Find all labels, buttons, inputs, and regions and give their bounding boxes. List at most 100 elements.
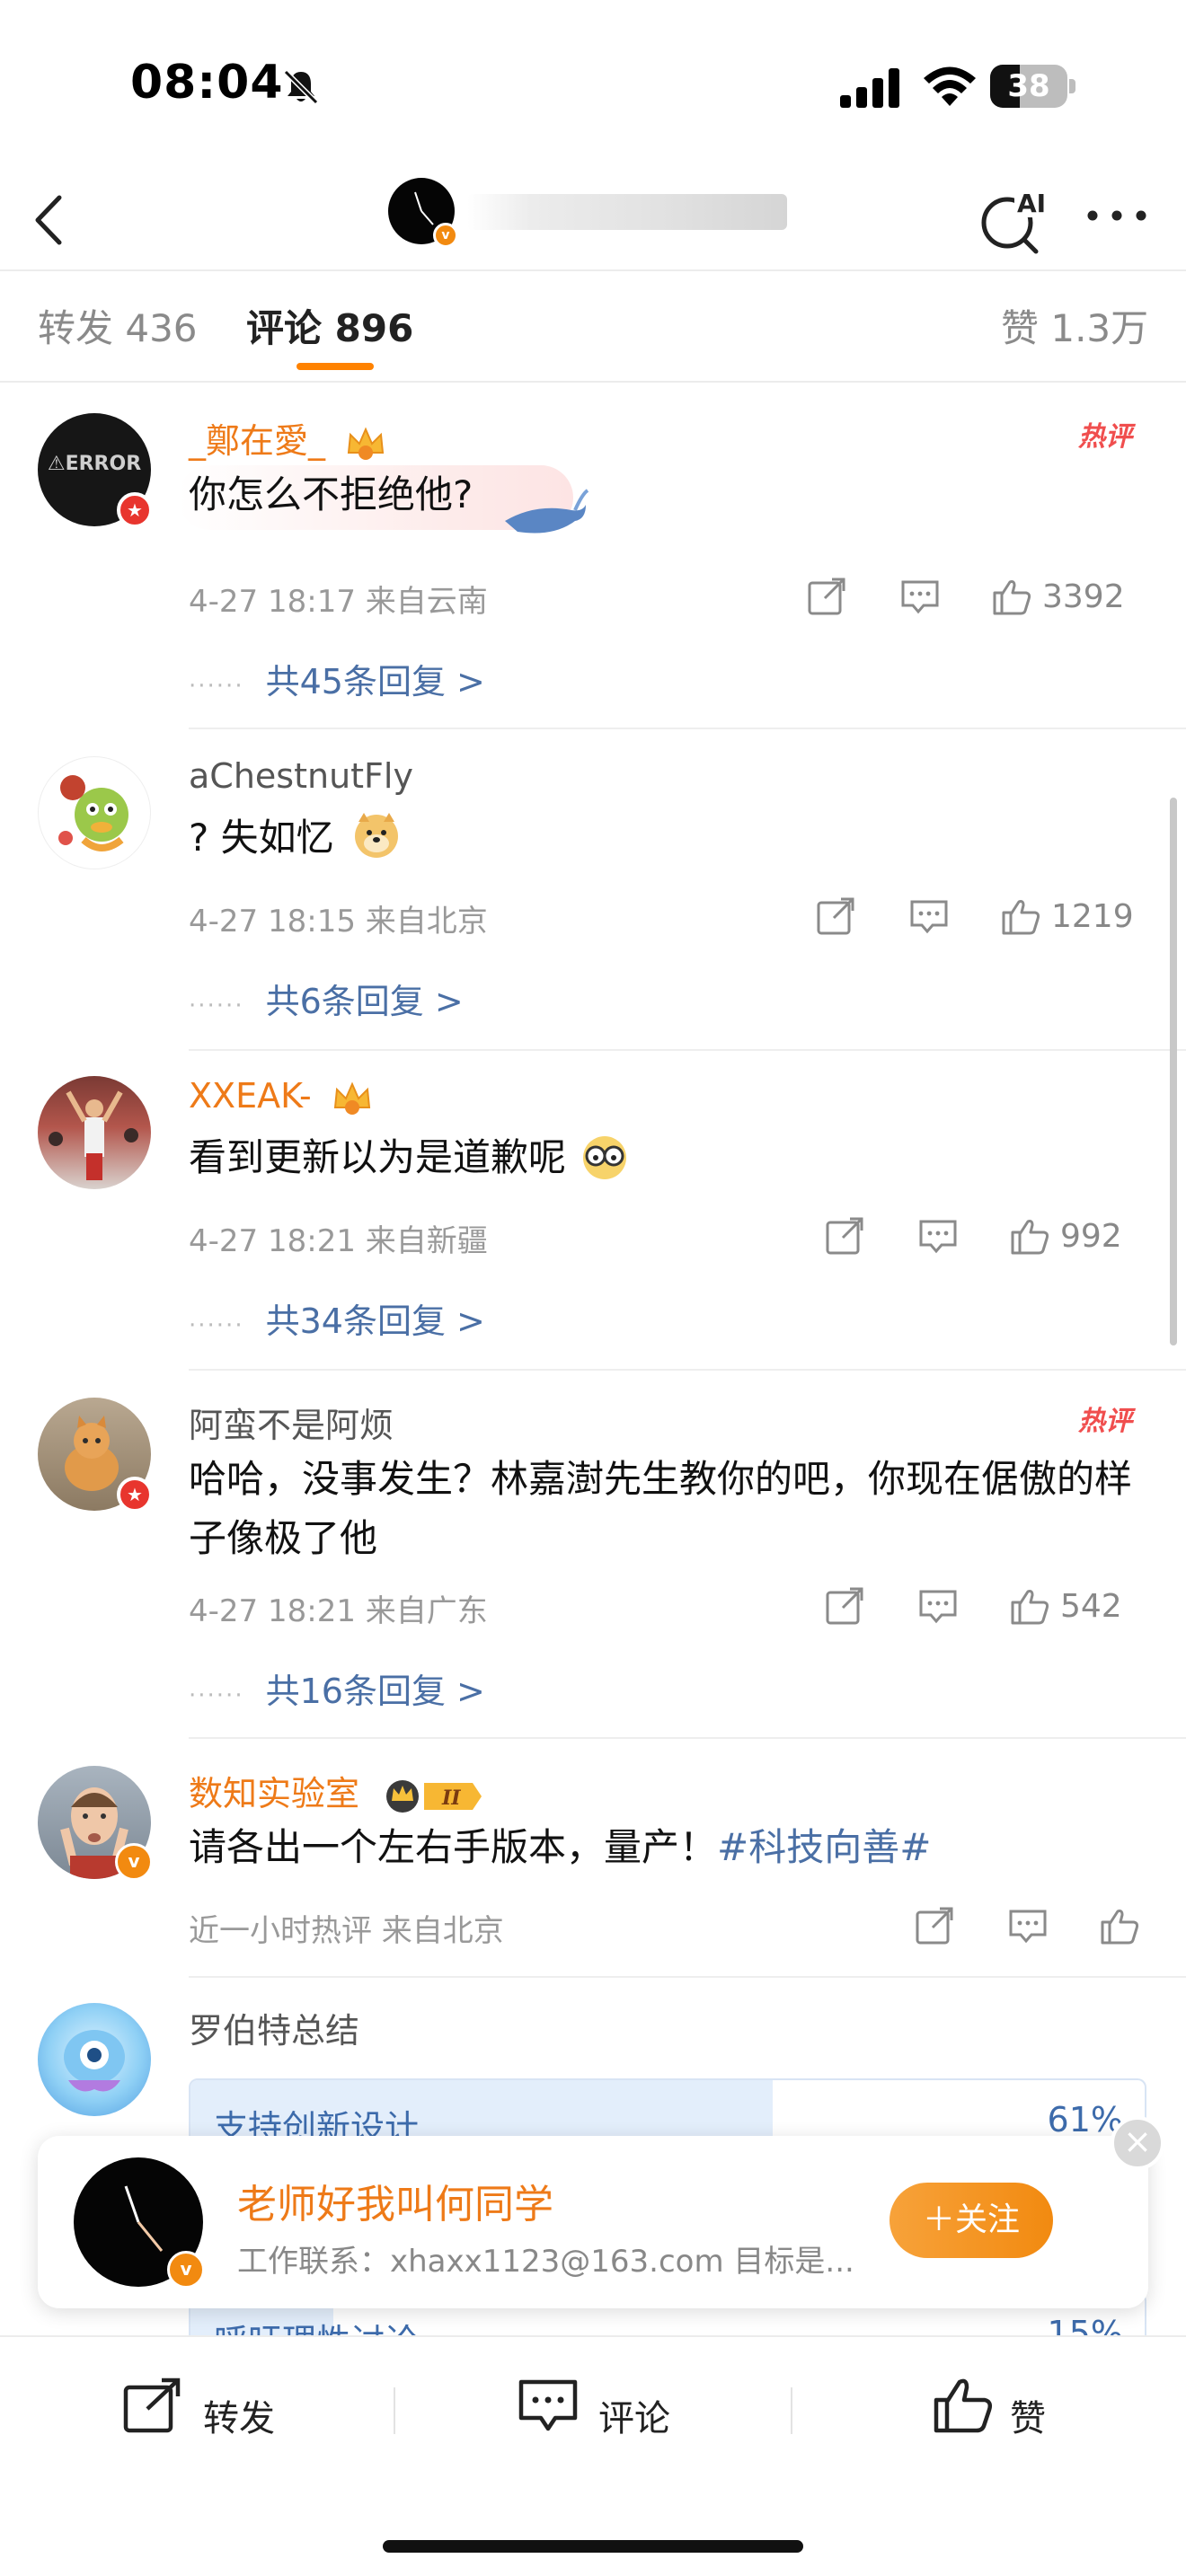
follow-suggestion-card[interactable]: v 老师好我叫何同学 工作联系：xhaxx1123@163.com 目标是...… — [38, 2116, 1164, 2308]
comment-divider — [189, 1737, 1186, 1739]
share-icon[interactable] — [823, 1214, 866, 1257]
comment-actions: 992 — [823, 1214, 1146, 1265]
doge-emoji-icon — [355, 813, 399, 858]
status-bar: 08:04 38 — [0, 0, 1186, 171]
member-badge-icon: ★ — [117, 492, 153, 528]
tab-likes[interactable]: 赞 1.3万 — [1001, 298, 1148, 353]
like-icon[interactable] — [1098, 1904, 1141, 1947]
commenter-name[interactable]: 阿蛮不是阿烦 — [189, 1398, 394, 1447]
share-icon[interactable] — [814, 895, 857, 938]
repost-button[interactable]: 转发 — [122, 2373, 284, 2445]
comment-meta: 4-27 18:21 来自广东 — [189, 1593, 488, 1629]
repost-icon — [123, 2378, 181, 2433]
commenter-avatar[interactable] — [38, 2003, 151, 2116]
like-count: 3392 — [1042, 578, 1125, 615]
view-replies-link[interactable]: ······ 共34条回复 > — [189, 1293, 485, 1343]
comment-text: 你怎么不拒绝他? — [189, 472, 474, 516]
hot-comment-badge: 热评 — [1077, 421, 1137, 453]
comment-icon[interactable] — [916, 1214, 960, 1257]
close-icon[interactable]: × — [1111, 2116, 1164, 2170]
follow-button[interactable]: ＋关注 — [890, 2183, 1053, 2258]
comment-meta: 4-27 18:15 来自北京 — [189, 904, 488, 940]
share-icon[interactable] — [805, 575, 848, 618]
commenter-avatar[interactable]: ★ — [38, 1398, 153, 1513]
commenter-name[interactable]: XXEAK- — [189, 1076, 373, 1116]
share-icon[interactable] — [823, 1584, 866, 1628]
author-description: 工作联系：xhaxx1123@163.com 目标是... — [237, 2244, 854, 2280]
comment-divider — [189, 1369, 1186, 1371]
commenter-avatar[interactable]: v — [38, 1766, 153, 1881]
verified-badge-icon: v — [115, 1843, 153, 1881]
commenter-avatar[interactable] — [38, 1076, 151, 1189]
comment-divider — [189, 1976, 1186, 1978]
hot-comment-badge: 热评 — [1077, 1406, 1137, 1437]
commenter-name[interactable]: 数知实验室 II — [189, 1766, 483, 1815]
like-icon[interactable] — [1008, 1584, 1051, 1628]
chevron-left-icon[interactable] — [27, 189, 72, 251]
comment-icon[interactable] — [916, 1584, 960, 1628]
member-badge-icon: ★ — [117, 1477, 153, 1513]
comment-icon[interactable] — [898, 575, 942, 618]
comment-text: ? 失如忆 — [189, 808, 1141, 868]
like-icon[interactable] — [999, 895, 1042, 938]
view-replies-link[interactable]: ······ 共16条回复 > — [189, 1663, 485, 1713]
commenter-name[interactable]: _鄭在愛_ — [189, 413, 386, 463]
comment-meta: 近一小时热评 来自北京 — [189, 1913, 504, 1949]
svg-text:热评: 热评 — [1077, 421, 1137, 453]
tabs-divider — [0, 381, 1186, 383]
author-name-blurred[interactable] — [467, 194, 787, 230]
comment-label: 评论 — [598, 2398, 670, 2439]
comment-icon[interactable] — [1006, 1904, 1049, 1947]
svg-text:AI: AI — [1017, 189, 1046, 218]
crown-icon — [348, 427, 385, 460]
like-count: 1219 — [1051, 898, 1134, 935]
like-count: 992 — [1060, 1218, 1122, 1255]
detail-tabs: 转发 436 评论 896 赞 1.3万 — [0, 271, 1186, 381]
bottom-action-bar: 转发 评论 赞 — [0, 2335, 1186, 2576]
comment-divider — [189, 1049, 1186, 1051]
like-count: 542 — [1060, 1588, 1122, 1625]
bottom-divider — [394, 2387, 395, 2434]
repost-label: 转发 — [203, 2398, 275, 2439]
vip-level-badge-icon: II — [386, 1779, 482, 1813]
author-name[interactable]: 老师好我叫何同学 — [237, 2172, 553, 2229]
tab-repost[interactable]: 转发 436 — [38, 298, 198, 353]
wifi-icon — [924, 66, 976, 106]
comment-text: 请各出一个左右手版本，量产！#科技向善# — [189, 1825, 932, 1869]
commenter-name[interactable]: 罗伯特总结 — [189, 2003, 359, 2052]
bottom-divider — [791, 2387, 792, 2434]
hashtag-link[interactable]: #科技向善# — [717, 1825, 931, 1869]
svg-text:热评: 热评 — [1077, 1406, 1137, 1437]
comment-meta: 4-27 18:21 来自新疆 — [189, 1223, 488, 1259]
comment-icon[interactable] — [907, 895, 951, 938]
cellular-signal-icon — [840, 68, 899, 108]
comment-actions: 3392 — [805, 575, 1146, 625]
author-avatar[interactable]: v — [74, 2157, 205, 2289]
share-icon[interactable] — [913, 1904, 956, 1947]
commenter-avatar[interactable]: ⚠ERROR ★ — [38, 413, 153, 528]
commenter-avatar[interactable] — [38, 756, 151, 869]
bell-off-icon — [283, 69, 319, 105]
commenter-name[interactable]: aChestnutFly — [189, 756, 413, 796]
author-avatar[interactable]: v — [388, 178, 458, 248]
verified-badge-icon: v — [167, 2251, 205, 2289]
crown-icon — [333, 1081, 370, 1115]
scrollbar[interactable] — [1170, 798, 1177, 1345]
like-icon[interactable] — [990, 575, 1033, 618]
like-icon[interactable] — [1008, 1214, 1051, 1257]
like-button[interactable]: 赞 — [933, 2373, 1067, 2445]
view-replies-link[interactable]: ······ 共45条回复 > — [189, 654, 485, 703]
ai-search-icon[interactable]: AI — [975, 178, 1056, 259]
comment-button[interactable]: 评论 — [518, 2373, 679, 2445]
active-tab-indicator — [296, 363, 374, 370]
like-icon — [934, 2378, 993, 2433]
nav-bar: v AI — [0, 171, 1186, 269]
more-icon[interactable] — [1085, 207, 1148, 225]
tab-comments[interactable]: 评论 896 — [246, 298, 413, 353]
comment-actions: 542 — [823, 1584, 1146, 1635]
svg-text:II: II — [441, 1786, 461, 1810]
comment-divider — [189, 728, 1186, 729]
home-indicator[interactable] — [383, 2540, 803, 2553]
view-replies-link[interactable]: ······ 共6条回复 > — [189, 974, 464, 1023]
status-time: 08:04 — [130, 56, 284, 110]
